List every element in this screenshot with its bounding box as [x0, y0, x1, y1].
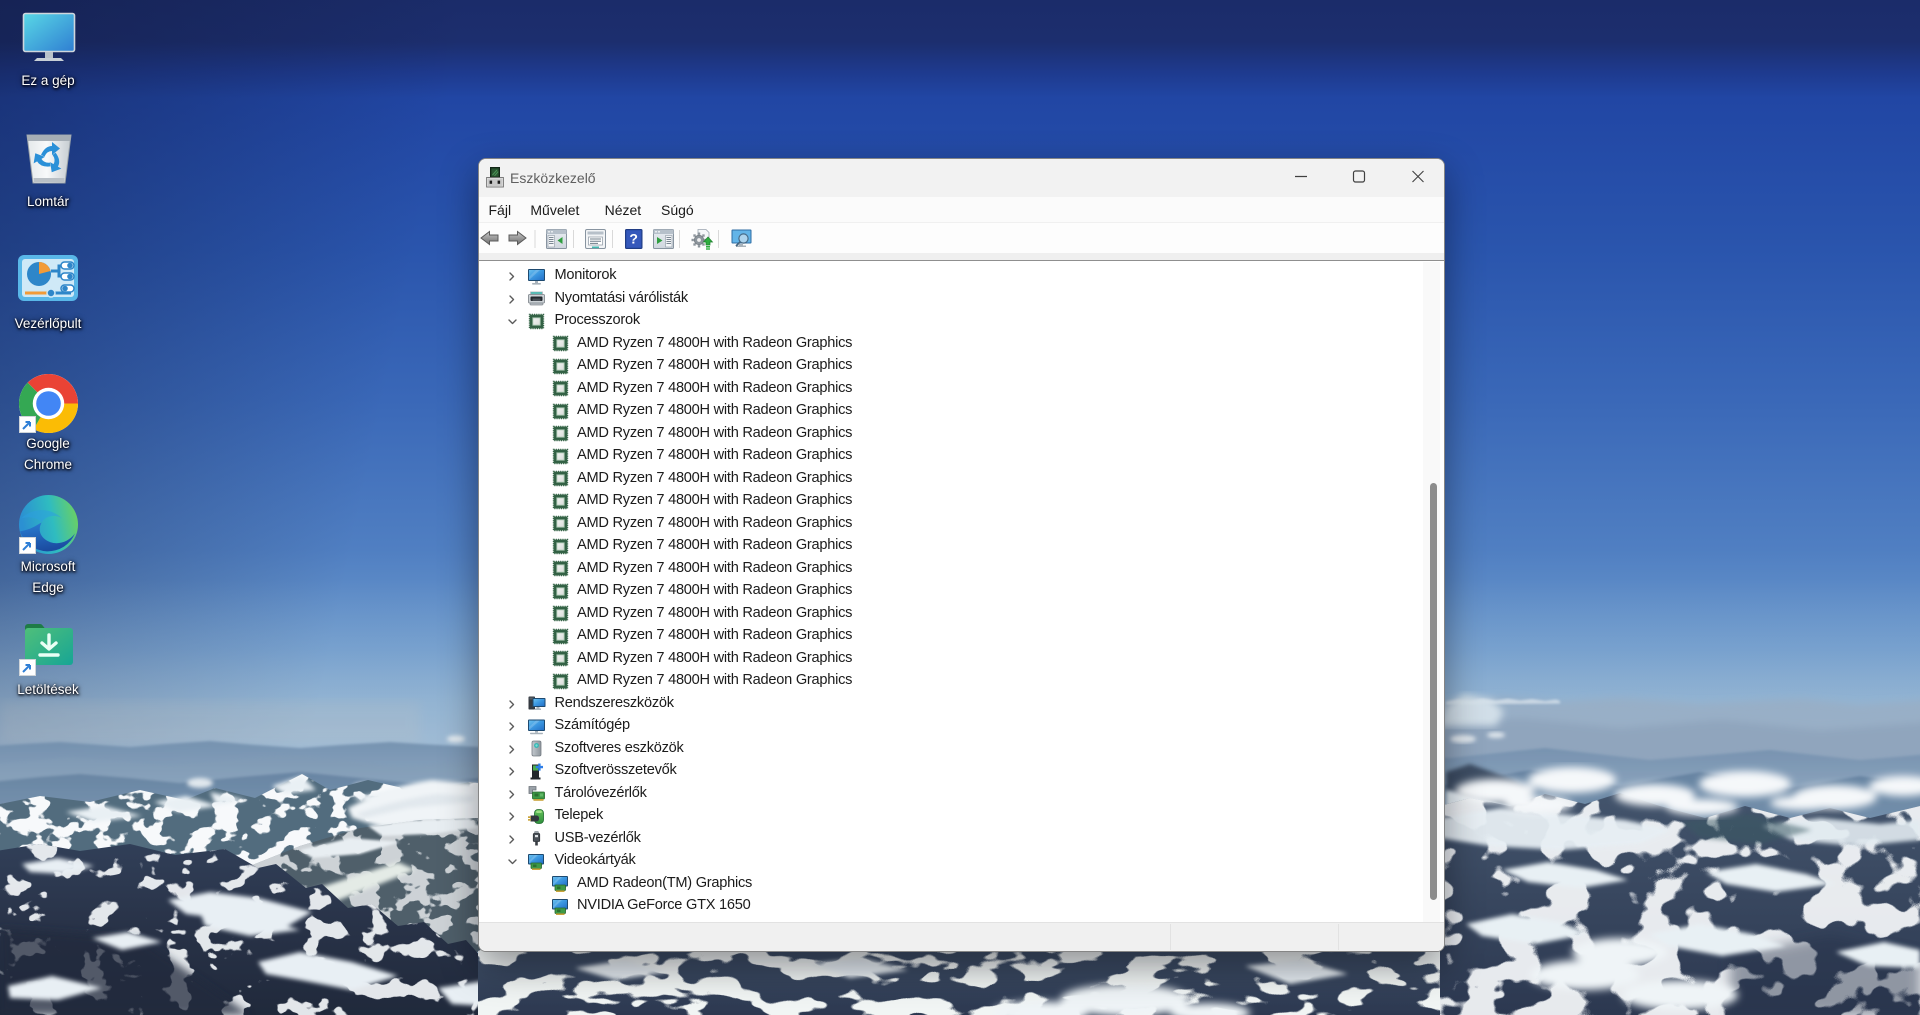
svg-text:?: ? — [629, 231, 638, 247]
